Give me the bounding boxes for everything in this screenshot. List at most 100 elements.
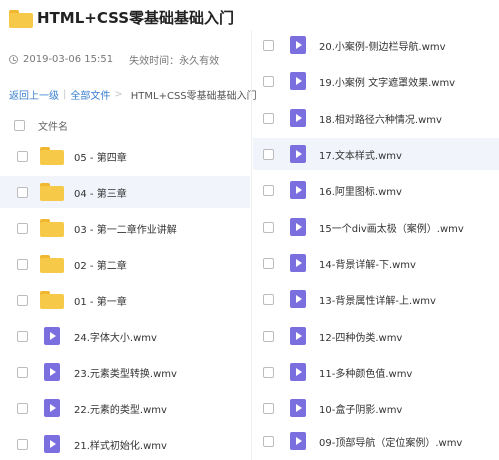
- video-file-icon: [44, 327, 60, 345]
- list-item[interactable]: 05 - 第四章: [0, 140, 250, 172]
- folder-icon: [9, 10, 33, 28]
- row-checkbox[interactable]: [17, 366, 28, 378]
- row-checkbox[interactable]: [17, 186, 28, 198]
- file-name[interactable]: 02 - 第二章: [74, 257, 127, 272]
- file-name[interactable]: 17.文本样式.wmv: [319, 147, 402, 162]
- video-file-icon: [290, 181, 306, 199]
- expire-time: 失效时间：永久有效: [129, 56, 220, 67]
- all-files-link[interactable]: 全部文件: [70, 87, 110, 102]
- page-title: HTML+CSS零基础基础入门: [37, 9, 235, 27]
- file-name[interactable]: 21.样式初始化.wmv: [74, 437, 167, 452]
- video-file-icon: [290, 36, 306, 54]
- video-file-icon: [290, 399, 306, 417]
- share-date: 2019-03-06 15:51: [23, 54, 114, 65]
- list-item[interactable]: 02 - 第二章: [0, 248, 250, 280]
- row-checkbox[interactable]: [263, 221, 274, 233]
- row-checkbox[interactable]: [17, 294, 28, 306]
- row-checkbox[interactable]: [263, 148, 274, 160]
- list-item[interactable]: 19.小案例 文字遮罩效果.wmv: [253, 65, 499, 97]
- share-meta: 2019-03-06 15:51 失效时间：永久有效: [9, 52, 219, 67]
- row-checkbox[interactable]: [263, 330, 274, 342]
- video-file-icon: [290, 109, 306, 127]
- file-name[interactable]: 23.元素类型转换.wmv: [74, 365, 177, 380]
- breadcrumb-arrow: >: [114, 89, 123, 100]
- list-item[interactable]: 11-多种颜色值.wmv: [253, 356, 499, 388]
- folder-icon: [40, 291, 64, 309]
- video-file-icon: [44, 399, 60, 417]
- folder-icon: [40, 219, 64, 237]
- list-item[interactable]: 24.字体大小.wmv: [0, 320, 250, 352]
- row-checkbox[interactable]: [17, 222, 28, 234]
- file-name[interactable]: 22.元素的类型.wmv: [74, 401, 167, 416]
- file-name[interactable]: 01 - 第一章: [74, 293, 127, 308]
- row-checkbox[interactable]: [263, 112, 274, 124]
- row-checkbox[interactable]: [17, 258, 28, 270]
- list-item[interactable]: 21.样式初始化.wmv: [0, 428, 250, 460]
- list-item[interactable]: 18.相对路径六种情况.wmv: [253, 102, 499, 134]
- video-file-icon: [290, 145, 306, 163]
- file-name[interactable]: 05 - 第四章: [74, 149, 127, 164]
- row-checkbox[interactable]: [263, 293, 274, 305]
- list-item[interactable]: 09-顶部导航（定位案例）.wmv: [253, 425, 499, 457]
- file-name[interactable]: 03 - 第一二章作业讲解: [74, 221, 177, 236]
- row-checkbox[interactable]: [17, 330, 28, 342]
- list-item[interactable]: 13-背景属性详解-上.wmv: [253, 283, 499, 315]
- video-file-icon: [290, 72, 306, 90]
- breadcrumb: 返回上一级 | 全部文件 > HTML+CSS零基础基础入门: [9, 87, 257, 102]
- file-name[interactable]: 18.相对路径六种情况.wmv: [319, 111, 442, 126]
- list-item[interactable]: 15一个div画太极（案例）.wmv: [253, 211, 499, 243]
- row-checkbox[interactable]: [17, 150, 28, 162]
- file-name[interactable]: 04 - 第三章: [74, 185, 127, 200]
- list-item[interactable]: 01 - 第一章: [0, 284, 250, 316]
- folder-icon: [40, 255, 64, 273]
- list-item[interactable]: 14-背景详解-下.wmv: [253, 247, 499, 279]
- file-name[interactable]: 20.小案例-侧边栏导航.wmv: [319, 38, 446, 53]
- select-all-checkbox[interactable]: [14, 120, 25, 131]
- video-file-icon: [44, 363, 60, 381]
- list-item[interactable]: 03 - 第一二章作业讲解: [0, 212, 250, 244]
- file-name[interactable]: 15一个div画太极（案例）.wmv: [319, 220, 464, 235]
- row-checkbox[interactable]: [263, 39, 274, 51]
- clock-icon: [9, 55, 18, 64]
- list-item[interactable]: 17.文本样式.wmv: [253, 138, 499, 170]
- file-name[interactable]: 14-背景详解-下.wmv: [319, 256, 416, 271]
- video-file-icon: [290, 327, 306, 345]
- folder-icon: [40, 183, 64, 201]
- row-checkbox[interactable]: [263, 366, 274, 378]
- list-item[interactable]: 22.元素的类型.wmv: [0, 392, 250, 424]
- video-file-icon: [44, 435, 60, 453]
- row-checkbox[interactable]: [17, 402, 28, 414]
- column-divider: [251, 30, 252, 460]
- file-name[interactable]: 16.阿里图标.wmv: [319, 183, 402, 198]
- list-item[interactable]: 10-盒子阴影.wmv: [253, 392, 499, 424]
- list-item[interactable]: 23.元素类型转换.wmv: [0, 356, 250, 388]
- list-item[interactable]: 04 - 第三章: [0, 176, 250, 208]
- video-file-icon: [290, 218, 306, 236]
- file-name[interactable]: 19.小案例 文字遮罩效果.wmv: [319, 74, 455, 89]
- file-name[interactable]: 12-四种伪类.wmv: [319, 329, 402, 344]
- column-header-filename: 文件名: [38, 122, 68, 133]
- breadcrumb-separator: |: [63, 89, 67, 100]
- video-file-icon: [290, 363, 306, 381]
- file-name[interactable]: 24.字体大小.wmv: [74, 329, 157, 344]
- row-checkbox[interactable]: [17, 438, 28, 450]
- row-checkbox[interactable]: [263, 435, 274, 447]
- row-checkbox[interactable]: [263, 402, 274, 414]
- folder-icon: [40, 147, 64, 165]
- file-name[interactable]: 10-盒子阴影.wmv: [319, 401, 402, 416]
- column-header: 文件名: [14, 118, 68, 133]
- video-file-icon: [290, 254, 306, 272]
- row-checkbox[interactable]: [263, 75, 274, 87]
- back-link[interactable]: 返回上一级: [9, 87, 59, 102]
- breadcrumb-current: HTML+CSS零基础基础入门: [130, 91, 257, 102]
- list-item[interactable]: 16.阿里图标.wmv: [253, 174, 499, 206]
- row-checkbox[interactable]: [263, 184, 274, 196]
- list-item[interactable]: 12-四种伪类.wmv: [253, 320, 499, 352]
- video-file-icon: [290, 432, 306, 450]
- file-name[interactable]: 13-背景属性详解-上.wmv: [319, 292, 436, 307]
- video-file-icon: [290, 290, 306, 308]
- row-checkbox[interactable]: [263, 257, 274, 269]
- list-item[interactable]: 20.小案例-侧边栏导航.wmv: [253, 29, 499, 61]
- file-name[interactable]: 09-顶部导航（定位案例）.wmv: [319, 434, 462, 449]
- file-name[interactable]: 11-多种颜色值.wmv: [319, 365, 412, 380]
